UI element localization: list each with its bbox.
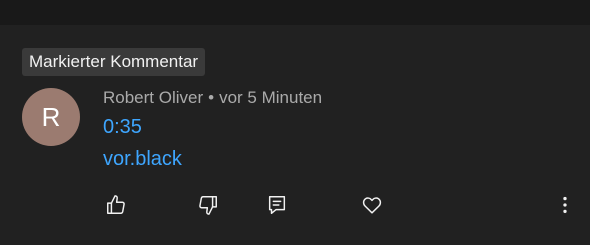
comment-time[interactable]: vor 5 Minuten (219, 88, 322, 107)
top-bar (0, 0, 590, 25)
thumbs-up-icon (105, 194, 127, 221)
like-button[interactable] (103, 194, 129, 220)
comment-meta: Robert Oliver • vor 5 Minuten (103, 86, 322, 110)
heart-icon (361, 194, 383, 221)
avatar[interactable]: R (22, 88, 80, 146)
author-name[interactable]: Robert Oliver (103, 88, 203, 107)
dislike-button[interactable] (195, 194, 221, 220)
reply-icon (266, 194, 288, 221)
thumbs-down-icon (197, 194, 219, 221)
more-options-button[interactable] (552, 194, 578, 220)
highlighted-comment-badge: Markierter Kommentar (22, 48, 206, 76)
more-vert-icon (554, 194, 576, 221)
heart-button[interactable] (359, 194, 385, 220)
reply-button[interactable] (264, 194, 290, 220)
comment-text-link[interactable]: vor.black (103, 146, 182, 172)
meta-separator: • (208, 88, 215, 107)
timestamp-link[interactable]: 0:35 (103, 114, 142, 140)
